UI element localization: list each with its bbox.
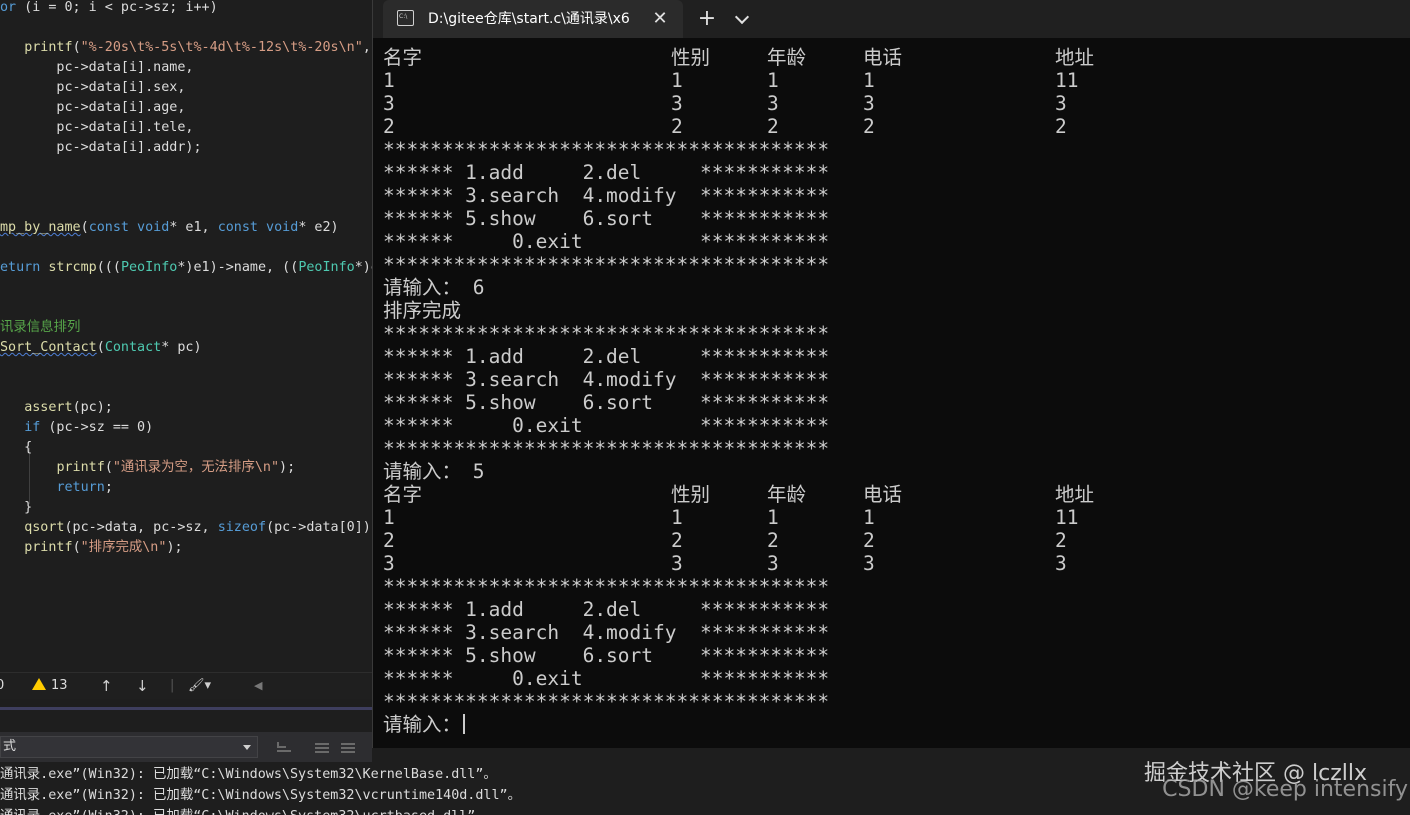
output-line: 通讯录.exe”(Win32): 已加载“C:\Windows\System32… (0, 767, 497, 782)
menu-border: ************************************** (383, 690, 830, 713)
menu-row: ****** 3.search 4.modify *********** (383, 621, 830, 644)
code-line: eturn strcmp(((PeoInfo*)e1)->name, ((Peo… (0, 260, 379, 275)
scroll-left-icon[interactable]: ◀ (254, 677, 262, 695)
code-line: if (pc->sz == 0) (24, 420, 154, 435)
menu-border: ************************************** (383, 138, 830, 161)
chevron-down-icon (243, 745, 251, 750)
code-line: return; (56, 480, 113, 495)
input-value: 5 (472, 460, 485, 483)
table-row: 2 2 2 2 2 (383, 529, 1067, 552)
close-icon[interactable]: ✕ (649, 8, 671, 30)
tab-title: D:\gitee仓库\start.c\通讯录\x6 (428, 11, 630, 27)
status-message: 排序完成 (383, 299, 462, 322)
terminal-output[interactable]: 名字 性别 年龄 电话 地址 1 1 1 1 11 3 3 3 3 3 2 2 … (383, 46, 1403, 746)
code-line: { (0, 440, 33, 455)
menu-row: ****** 0.exit *********** (383, 667, 830, 690)
screen: or (i = 0; i < pc->sz; i++) printf("%-20… (0, 0, 1410, 815)
menu-row: ****** 0.exit *********** (383, 230, 830, 253)
code-line: printf("通讯录为空，无法排序\n"); (56, 460, 296, 475)
text-cursor (463, 714, 466, 734)
code-line: pc->data[i].tele, (0, 120, 194, 135)
code-line: } (0, 500, 33, 515)
code-editor[interactable]: or (i = 0; i < pc->sz; i++) printf("%-20… (0, 0, 420, 672)
output-line: 通讯录.exe”(Win32): 已加载“C:\Windows\System32… (0, 788, 522, 803)
arrow-up-icon[interactable]: ↑ (100, 677, 113, 695)
find-message-icon[interactable] (276, 740, 292, 754)
table-row: 2 2 2 2 2 (383, 115, 1067, 138)
menu-row: ****** 5.show 6.sort *********** (383, 644, 830, 667)
code-line: Sort_Contact(Contact* pc) (0, 340, 202, 355)
terminal-titlebar: C:\ D:\gitee仓库\start.c\通讯录\x6 ✕ + (373, 0, 1410, 38)
next-message-icon[interactable] (340, 740, 356, 754)
menu-row: ****** 5.show 6.sort *********** (383, 207, 830, 230)
menu-border: ************************************** (383, 253, 830, 276)
warning-count[interactable]: 13 (32, 677, 68, 695)
menu-border: ************************************** (383, 322, 830, 345)
code-line: printf("%-20s\t%-5s\t%-4d\t%-12s\t%-20s\… (24, 40, 371, 55)
code-line: pc->data[i].sex, (0, 80, 186, 95)
error-count[interactable]: 0 (0, 677, 4, 695)
console-icon: C:\ (397, 10, 414, 26)
menu-row: ****** 1.add 2.del *********** (383, 161, 830, 184)
output-line: 通讯录.exe”(Win32): 已加载“C:\Windows\System32… (0, 807, 489, 815)
table-header: 名字 性别 年龄 电话 地址 (383, 46, 1095, 69)
input-prompt: 请输入： 5 (383, 460, 485, 483)
menu-row: ****** 5.show 6.sort *********** (383, 391, 830, 414)
code-line: pc->data[i].name, (0, 60, 194, 75)
table-row: 1 1 1 1 11 (383, 69, 1079, 92)
separator: | (170, 678, 175, 693)
code-line: pc->data[i].age, (0, 100, 186, 115)
menu-border: ************************************** (383, 575, 830, 598)
table-header: 名字 性别 年龄 电话 地址 (383, 483, 1095, 506)
watermark: 掘金技术社区 @ lczllx CSDN @keep intensify (1144, 761, 1408, 802)
table-row: 3 3 3 3 3 (383, 552, 1067, 575)
menu-row: ****** 3.search 4.modify *********** (383, 368, 830, 391)
cleanup-brush-icon[interactable]: 🖌▾ (188, 677, 211, 695)
prev-message-icon[interactable] (314, 740, 330, 754)
panel-divider (0, 707, 372, 710)
arrow-down-icon[interactable]: ↓ (136, 677, 149, 695)
menu-row: ****** 1.add 2.del *********** (383, 345, 830, 368)
menu-row: ****** 1.add 2.del *********** (383, 598, 830, 621)
table-row: 3 3 3 3 3 (383, 92, 1067, 115)
terminal-window[interactable]: C:\ D:\gitee仓库\start.c\通讯录\x6 ✕ + 名字 性别 … (372, 0, 1410, 748)
terminal-tab[interactable]: C:\ D:\gitee仓库\start.c\通讯录\x6 ✕ (383, 0, 683, 38)
code-line: qsort(pc->data, pc->sz, sizeof(pc->data[… (24, 520, 379, 535)
code-line: assert(pc); (24, 400, 113, 415)
input-prompt: 请输入： 6 (383, 276, 485, 299)
warning-icon (32, 678, 46, 690)
output-source-select[interactable]: 式 (0, 736, 258, 758)
code-line: 讯录信息排列 (0, 320, 81, 335)
menu-row: ****** 0.exit *********** (383, 414, 830, 437)
editor-status-bar: 0 13 ↑ ↓ | 🖌▾ ◀ (0, 672, 372, 699)
input-prompt[interactable]: 请输入： (383, 713, 466, 736)
new-tab-plus-icon[interactable]: + (695, 8, 719, 30)
code-line: pc->data[i].addr); (0, 140, 202, 155)
input-value: 6 (472, 276, 485, 299)
code-line: or (i = 0; i < pc->sz; i++) (0, 0, 218, 15)
menu-row: ****** 3.search 4.modify *********** (383, 184, 830, 207)
chevron-down-icon[interactable] (734, 9, 750, 25)
table-row: 1 1 1 1 11 (383, 506, 1079, 529)
code-line: mp_by_name(const void* e1, const void* e… (0, 220, 339, 235)
code-line: printf("排序完成\n"); (24, 540, 183, 555)
menu-border: ************************************** (383, 437, 830, 460)
